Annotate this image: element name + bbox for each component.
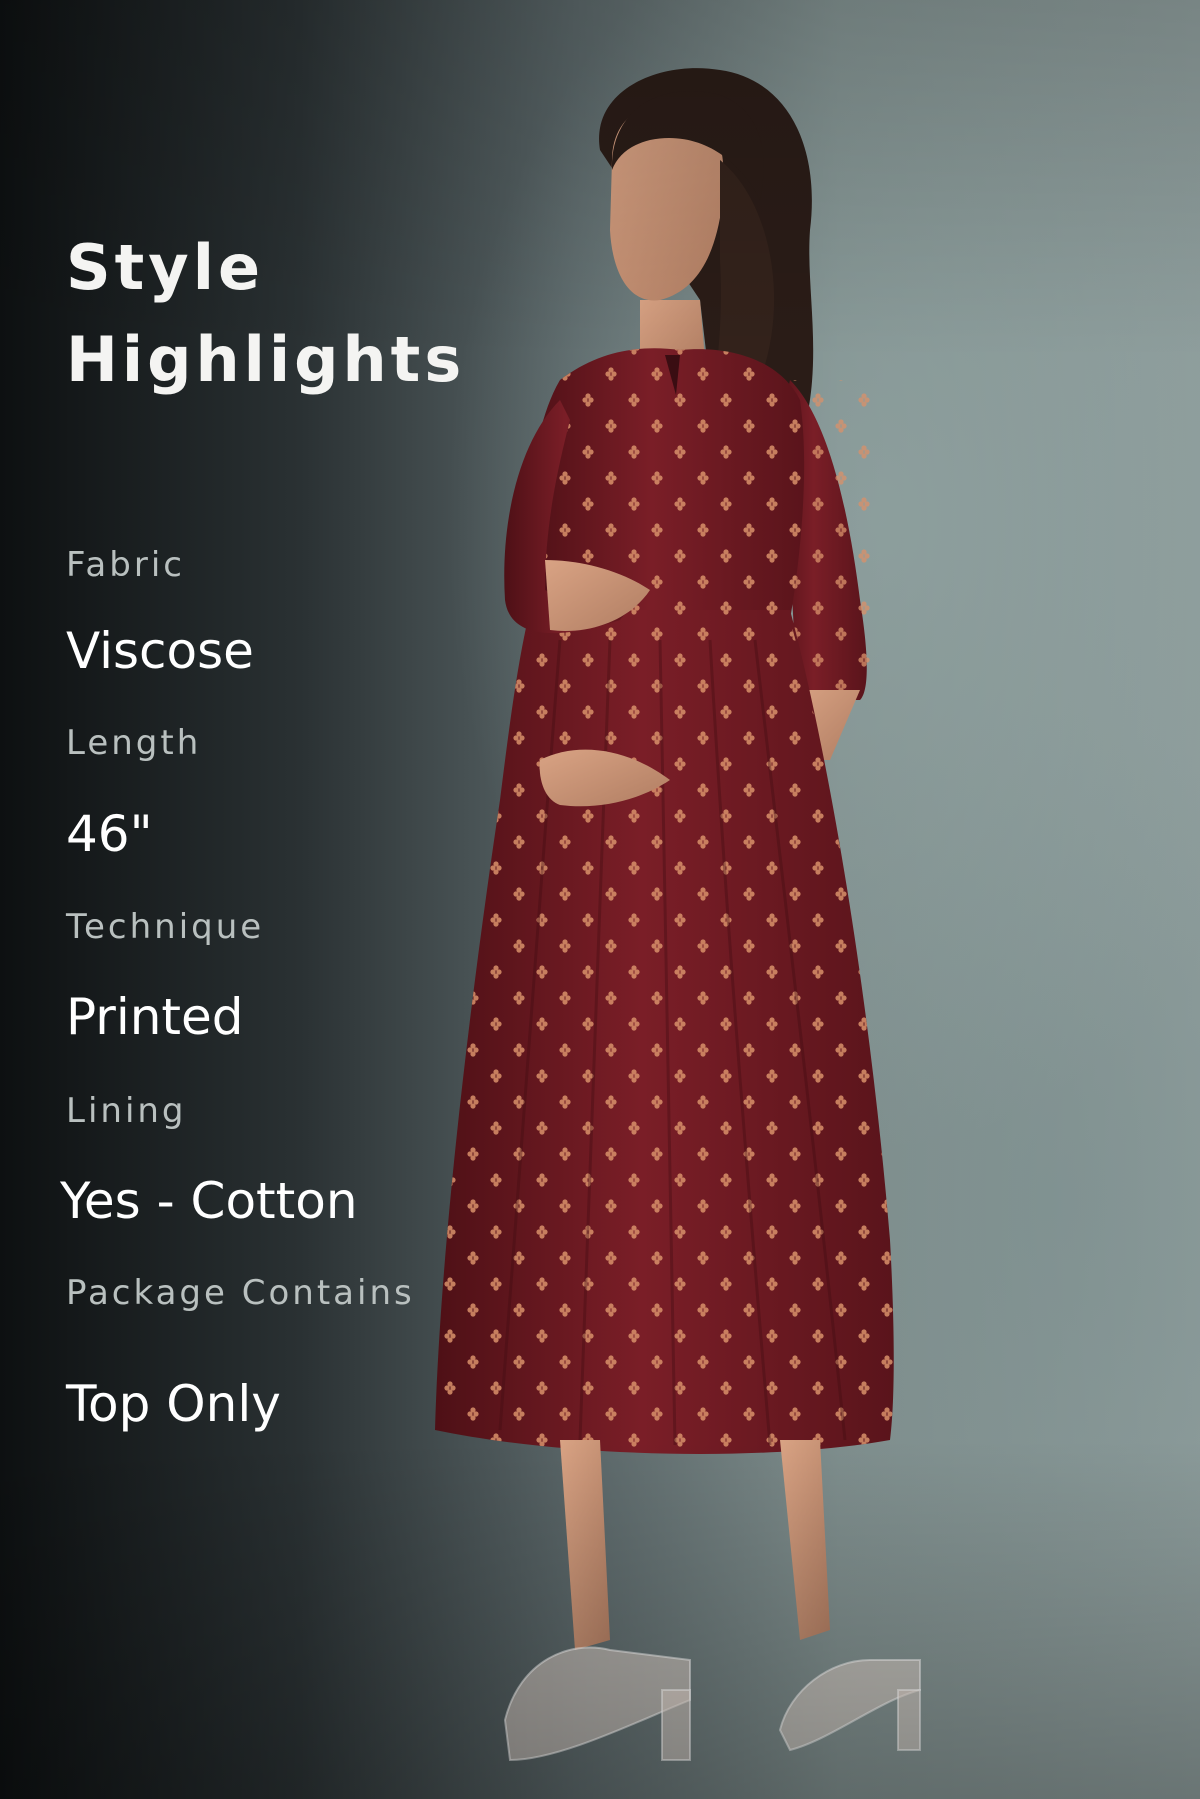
- spec-label-technique: Technique: [66, 907, 265, 947]
- title-line-1: Style: [66, 231, 265, 304]
- spec-label-package: Package Contains: [66, 1273, 415, 1313]
- spec-value-length: 46": [66, 805, 153, 863]
- spec-value-technique: Printed: [66, 988, 244, 1046]
- spec-label-lining: Lining: [66, 1091, 187, 1131]
- spec-label-length: Length: [66, 723, 202, 763]
- spec-value-fabric: Viscose: [66, 622, 254, 680]
- title-line-2: Highlights: [66, 323, 466, 396]
- page-title: Style Highlights: [66, 222, 465, 406]
- spec-value-lining: Yes - Cotton: [60, 1172, 358, 1230]
- spec-value-package: Top Only: [66, 1375, 281, 1433]
- spec-label-fabric: Fabric: [66, 545, 185, 585]
